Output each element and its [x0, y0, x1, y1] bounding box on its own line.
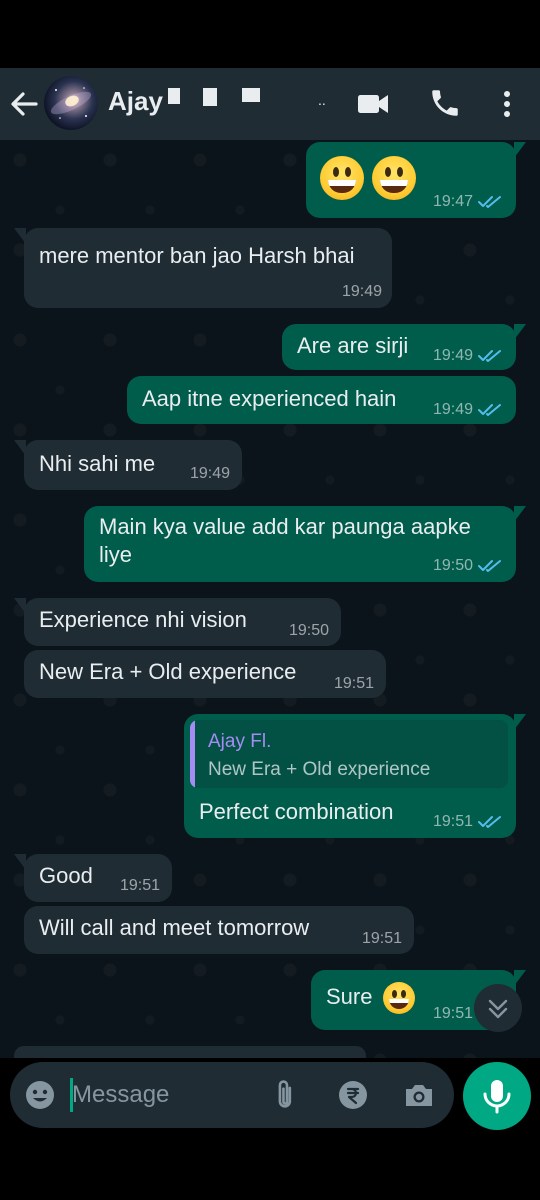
menu-button[interactable] [495, 84, 519, 124]
message-bubble-incoming[interactable]: New Era + Old experience 19:51 [24, 650, 386, 698]
read-ticks-icon [478, 559, 501, 572]
message-bubble-incoming[interactable]: Nhi sahi me 19:49 [14, 440, 242, 490]
read-ticks-icon [478, 403, 501, 416]
quote-accent-bar [190, 720, 195, 788]
message-bubble-incoming[interactable]: mere mentor ban jao Harsh bhai 19:49 [14, 228, 392, 308]
message-time: 19:49 [432, 401, 473, 418]
video-call-button[interactable] [356, 88, 390, 120]
quoted-message[interactable]: Ajay Fl. New Era + Old experience [190, 720, 508, 788]
message-time: 19:49 [189, 465, 230, 482]
grinning-face-emoji [320, 156, 364, 200]
grinning-face-emoji [382, 982, 415, 1015]
more-vertical-icon [504, 91, 510, 117]
message-input[interactable] [72, 1080, 252, 1110]
contact-name-text: Ajay [108, 86, 163, 116]
message-text: Will call and meet tomorrow [39, 915, 310, 940]
camera-button[interactable] [402, 1078, 436, 1112]
message-text: Nhi sahi me [39, 451, 156, 476]
camera-icon [406, 1085, 432, 1106]
message-time: 19:51 [361, 930, 402, 947]
composer-bar [0, 1058, 540, 1138]
message-text: Main kya value add kar paunga aapke [99, 514, 471, 539]
message-bubble-outgoing[interactable]: 19:47 [306, 142, 526, 218]
quote-author: Ajay Fl. [208, 731, 272, 752]
message-text: Perfect combination [199, 799, 394, 824]
message-text: Aap itne experienced hain [142, 386, 397, 411]
video-camera-icon [358, 95, 388, 113]
read-ticks-icon [478, 195, 501, 208]
message-text: Sure [326, 984, 373, 1009]
phone-icon [432, 90, 458, 116]
voice-message-button[interactable] [463, 1062, 531, 1130]
message-time: 19:50 [432, 557, 473, 574]
read-ticks-icon [478, 349, 501, 362]
message-text: Are are sirji [297, 333, 409, 358]
scroll-to-bottom-button[interactable] [474, 984, 522, 1032]
message-bubble-incoming[interactable]: Good 19:51 [14, 854, 172, 902]
message-time: 19:51 [432, 1005, 473, 1022]
message-text: New Era + Old experience [39, 659, 297, 684]
partial-message-edge [14, 1046, 366, 1058]
contact-name[interactable]: Ajay [108, 84, 163, 118]
galaxy-image [50, 87, 92, 119]
message-text: mere mentor ban jao Harsh bhai [39, 243, 355, 268]
message-text: Good [39, 863, 93, 888]
message-bubble-outgoing[interactable]: Ajay Fl. New Era + Old experience Perfec… [184, 714, 526, 838]
message-time: 19:50 [288, 622, 329, 639]
quote-text: New Era + Old experience [208, 759, 431, 780]
name-suffix: .. [318, 92, 326, 108]
voice-call-button[interactable] [428, 86, 462, 120]
message-time: 19:49 [341, 283, 382, 300]
contact-avatar[interactable] [44, 76, 98, 130]
chat-header: Ajay .. [0, 68, 540, 140]
message-text: Experience nhi vision [39, 607, 247, 632]
chevrons-down-icon [488, 999, 508, 1019]
rupee-icon [339, 1081, 367, 1109]
message-time: 19:47 [432, 193, 473, 210]
microphone-icon [483, 1080, 511, 1114]
read-ticks-icon [478, 815, 501, 828]
redaction-mark [203, 88, 217, 106]
message-bubble-incoming[interactable]: Experience nhi vision 19:50 [14, 598, 341, 646]
emoji-icon [26, 1081, 54, 1109]
paperclip-icon [278, 1080, 292, 1108]
chat-area[interactable]: 19:47 mere mentor ban jao Harsh bhai 19:… [0, 140, 540, 1058]
message-time: 19:51 [333, 675, 374, 692]
message-bubble-outgoing[interactable]: Aap itne experienced hain 19:49 [127, 376, 516, 424]
message-time: 19:51 [119, 877, 160, 894]
grinning-face-emoji [372, 156, 417, 200]
attach-button[interactable] [270, 1078, 304, 1112]
message-bubble-outgoing[interactable]: Main kya value add kar paunga aapke liye… [84, 506, 526, 582]
back-button[interactable] [8, 82, 40, 126]
phone-screen: Ajay .. 19:47 mere mentor ban jao Harsh … [0, 0, 540, 1200]
payment-button[interactable] [337, 1079, 369, 1111]
emoji-button[interactable] [24, 1079, 56, 1111]
message-bubble-incoming[interactable]: Will call and meet tomorrow 19:51 [24, 906, 414, 954]
message-bubble-outgoing[interactable]: Are are sirji 19:49 [282, 324, 526, 370]
redaction-mark [242, 88, 260, 102]
redaction-mark [168, 88, 180, 104]
message-box[interactable] [10, 1062, 454, 1128]
message-time: 19:51 [432, 813, 473, 830]
message-text-line2: liye [99, 542, 133, 567]
arrow-left-icon [11, 92, 38, 116]
message-time: 19:49 [432, 347, 473, 364]
